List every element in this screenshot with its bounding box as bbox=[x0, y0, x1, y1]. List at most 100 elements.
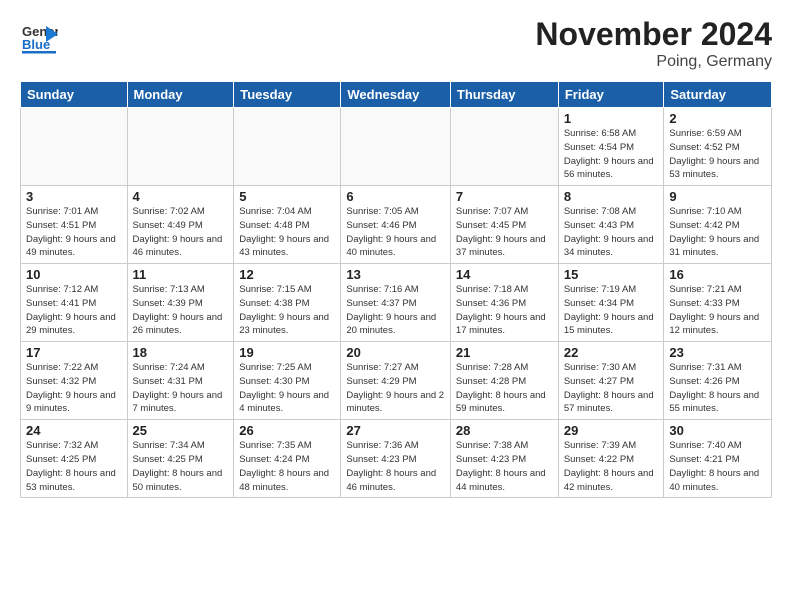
day-info: Sunrise: 7:39 AM Sunset: 4:22 PM Dayligh… bbox=[564, 439, 659, 494]
table-row: 13Sunrise: 7:16 AM Sunset: 4:37 PM Dayli… bbox=[341, 264, 451, 342]
calendar-week-3: 17Sunrise: 7:22 AM Sunset: 4:32 PM Dayli… bbox=[21, 342, 772, 420]
day-number: 10 bbox=[26, 267, 122, 282]
day-number: 14 bbox=[456, 267, 553, 282]
page-title: November 2024 bbox=[535, 16, 772, 53]
table-row: 10Sunrise: 7:12 AM Sunset: 4:41 PM Dayli… bbox=[21, 264, 128, 342]
day-info: Sunrise: 7:13 AM Sunset: 4:39 PM Dayligh… bbox=[133, 283, 229, 338]
calendar-week-2: 10Sunrise: 7:12 AM Sunset: 4:41 PM Dayli… bbox=[21, 264, 772, 342]
day-number: 2 bbox=[669, 111, 766, 126]
day-number: 4 bbox=[133, 189, 229, 204]
table-row: 25Sunrise: 7:34 AM Sunset: 4:25 PM Dayli… bbox=[127, 420, 234, 498]
day-info: Sunrise: 7:34 AM Sunset: 4:25 PM Dayligh… bbox=[133, 439, 229, 494]
day-number: 30 bbox=[669, 423, 766, 438]
table-row: 14Sunrise: 7:18 AM Sunset: 4:36 PM Dayli… bbox=[450, 264, 558, 342]
calendar-table: Sunday Monday Tuesday Wednesday Thursday… bbox=[20, 81, 772, 498]
day-info: Sunrise: 7:19 AM Sunset: 4:34 PM Dayligh… bbox=[564, 283, 659, 338]
table-row bbox=[127, 108, 234, 186]
day-info: Sunrise: 7:08 AM Sunset: 4:43 PM Dayligh… bbox=[564, 205, 659, 260]
day-info: Sunrise: 7:15 AM Sunset: 4:38 PM Dayligh… bbox=[239, 283, 335, 338]
day-number: 23 bbox=[669, 345, 766, 360]
table-row: 6Sunrise: 7:05 AM Sunset: 4:46 PM Daylig… bbox=[341, 186, 451, 264]
day-number: 16 bbox=[669, 267, 766, 282]
table-row: 9Sunrise: 7:10 AM Sunset: 4:42 PM Daylig… bbox=[664, 186, 772, 264]
logo-icon: General Blue bbox=[20, 16, 58, 54]
table-row: 1Sunrise: 6:58 AM Sunset: 4:54 PM Daylig… bbox=[558, 108, 664, 186]
header-tuesday: Tuesday bbox=[234, 82, 341, 108]
day-info: Sunrise: 7:07 AM Sunset: 4:45 PM Dayligh… bbox=[456, 205, 553, 260]
table-row: 7Sunrise: 7:07 AM Sunset: 4:45 PM Daylig… bbox=[450, 186, 558, 264]
day-number: 8 bbox=[564, 189, 659, 204]
day-number: 3 bbox=[26, 189, 122, 204]
table-row: 30Sunrise: 7:40 AM Sunset: 4:21 PM Dayli… bbox=[664, 420, 772, 498]
table-row: 2Sunrise: 6:59 AM Sunset: 4:52 PM Daylig… bbox=[664, 108, 772, 186]
day-info: Sunrise: 7:36 AM Sunset: 4:23 PM Dayligh… bbox=[346, 439, 445, 494]
table-row: 20Sunrise: 7:27 AM Sunset: 4:29 PM Dayli… bbox=[341, 342, 451, 420]
header-friday: Friday bbox=[558, 82, 664, 108]
day-number: 26 bbox=[239, 423, 335, 438]
day-number: 28 bbox=[456, 423, 553, 438]
table-row: 15Sunrise: 7:19 AM Sunset: 4:34 PM Dayli… bbox=[558, 264, 664, 342]
table-row: 4Sunrise: 7:02 AM Sunset: 4:49 PM Daylig… bbox=[127, 186, 234, 264]
table-row: 11Sunrise: 7:13 AM Sunset: 4:39 PM Dayli… bbox=[127, 264, 234, 342]
day-number: 17 bbox=[26, 345, 122, 360]
table-row bbox=[341, 108, 451, 186]
day-info: Sunrise: 7:30 AM Sunset: 4:27 PM Dayligh… bbox=[564, 361, 659, 416]
table-row: 8Sunrise: 7:08 AM Sunset: 4:43 PM Daylig… bbox=[558, 186, 664, 264]
table-row: 28Sunrise: 7:38 AM Sunset: 4:23 PM Dayli… bbox=[450, 420, 558, 498]
svg-text:Blue: Blue bbox=[22, 37, 50, 52]
day-info: Sunrise: 7:24 AM Sunset: 4:31 PM Dayligh… bbox=[133, 361, 229, 416]
day-number: 9 bbox=[669, 189, 766, 204]
table-row: 18Sunrise: 7:24 AM Sunset: 4:31 PM Dayli… bbox=[127, 342, 234, 420]
table-row: 5Sunrise: 7:04 AM Sunset: 4:48 PM Daylig… bbox=[234, 186, 341, 264]
day-info: Sunrise: 7:31 AM Sunset: 4:26 PM Dayligh… bbox=[669, 361, 766, 416]
calendar-week-4: 24Sunrise: 7:32 AM Sunset: 4:25 PM Dayli… bbox=[21, 420, 772, 498]
table-row bbox=[450, 108, 558, 186]
table-row: 26Sunrise: 7:35 AM Sunset: 4:24 PM Dayli… bbox=[234, 420, 341, 498]
day-info: Sunrise: 7:32 AM Sunset: 4:25 PM Dayligh… bbox=[26, 439, 122, 494]
table-row: 21Sunrise: 7:28 AM Sunset: 4:28 PM Dayli… bbox=[450, 342, 558, 420]
table-row: 27Sunrise: 7:36 AM Sunset: 4:23 PM Dayli… bbox=[341, 420, 451, 498]
day-number: 13 bbox=[346, 267, 445, 282]
table-row: 19Sunrise: 7:25 AM Sunset: 4:30 PM Dayli… bbox=[234, 342, 341, 420]
day-number: 5 bbox=[239, 189, 335, 204]
day-info: Sunrise: 7:25 AM Sunset: 4:30 PM Dayligh… bbox=[239, 361, 335, 416]
table-row: 12Sunrise: 7:15 AM Sunset: 4:38 PM Dayli… bbox=[234, 264, 341, 342]
day-info: Sunrise: 7:38 AM Sunset: 4:23 PM Dayligh… bbox=[456, 439, 553, 494]
day-number: 7 bbox=[456, 189, 553, 204]
day-info: Sunrise: 7:22 AM Sunset: 4:32 PM Dayligh… bbox=[26, 361, 122, 416]
day-number: 6 bbox=[346, 189, 445, 204]
day-number: 21 bbox=[456, 345, 553, 360]
table-row: 29Sunrise: 7:39 AM Sunset: 4:22 PM Dayli… bbox=[558, 420, 664, 498]
day-info: Sunrise: 7:04 AM Sunset: 4:48 PM Dayligh… bbox=[239, 205, 335, 260]
table-row bbox=[21, 108, 128, 186]
page-subtitle: Poing, Germany bbox=[535, 53, 772, 71]
header-sunday: Sunday bbox=[21, 82, 128, 108]
header-saturday: Saturday bbox=[664, 82, 772, 108]
title-area: November 2024 Poing, Germany bbox=[535, 16, 772, 71]
header: General Blue November 2024 Poing, German… bbox=[20, 16, 772, 71]
header-monday: Monday bbox=[127, 82, 234, 108]
day-number: 25 bbox=[133, 423, 229, 438]
day-info: Sunrise: 7:05 AM Sunset: 4:46 PM Dayligh… bbox=[346, 205, 445, 260]
day-info: Sunrise: 7:10 AM Sunset: 4:42 PM Dayligh… bbox=[669, 205, 766, 260]
day-info: Sunrise: 7:16 AM Sunset: 4:37 PM Dayligh… bbox=[346, 283, 445, 338]
day-number: 12 bbox=[239, 267, 335, 282]
header-thursday: Thursday bbox=[450, 82, 558, 108]
calendar-week-0: 1Sunrise: 6:58 AM Sunset: 4:54 PM Daylig… bbox=[21, 108, 772, 186]
logo: General Blue bbox=[20, 16, 62, 54]
day-number: 27 bbox=[346, 423, 445, 438]
table-row: 17Sunrise: 7:22 AM Sunset: 4:32 PM Dayli… bbox=[21, 342, 128, 420]
day-number: 18 bbox=[133, 345, 229, 360]
table-row: 24Sunrise: 7:32 AM Sunset: 4:25 PM Dayli… bbox=[21, 420, 128, 498]
day-number: 19 bbox=[239, 345, 335, 360]
table-row: 22Sunrise: 7:30 AM Sunset: 4:27 PM Dayli… bbox=[558, 342, 664, 420]
day-info: Sunrise: 7:35 AM Sunset: 4:24 PM Dayligh… bbox=[239, 439, 335, 494]
day-number: 22 bbox=[564, 345, 659, 360]
day-info: Sunrise: 6:59 AM Sunset: 4:52 PM Dayligh… bbox=[669, 127, 766, 182]
day-number: 15 bbox=[564, 267, 659, 282]
calendar-header-row: Sunday Monday Tuesday Wednesday Thursday… bbox=[21, 82, 772, 108]
day-info: Sunrise: 7:21 AM Sunset: 4:33 PM Dayligh… bbox=[669, 283, 766, 338]
page: General Blue November 2024 Poing, German… bbox=[0, 0, 792, 612]
day-info: Sunrise: 7:27 AM Sunset: 4:29 PM Dayligh… bbox=[346, 361, 445, 416]
day-info: Sunrise: 7:40 AM Sunset: 4:21 PM Dayligh… bbox=[669, 439, 766, 494]
